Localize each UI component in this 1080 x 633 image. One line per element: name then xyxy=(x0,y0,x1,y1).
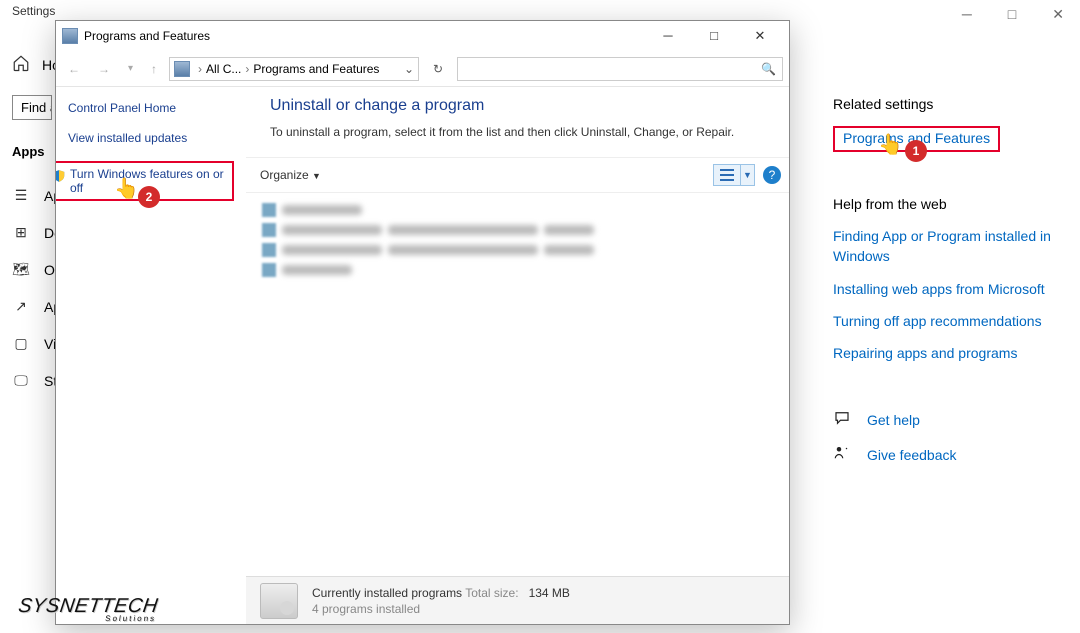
list-item[interactable] xyxy=(262,221,771,239)
program-detail xyxy=(388,245,538,255)
list-item[interactable] xyxy=(262,261,771,279)
program-icon xyxy=(262,203,276,217)
forward-button[interactable]: → xyxy=(92,60,116,78)
program-name xyxy=(282,265,352,275)
status-text: Currently installed programs Total size:… xyxy=(312,586,570,616)
program-detail xyxy=(544,225,594,235)
program-name xyxy=(282,225,382,235)
help-link[interactable]: Turning off app recommendations xyxy=(833,311,1063,331)
organize-button[interactable]: Organize ▼ xyxy=(254,166,327,184)
dialog-close-button[interactable]: ✕ xyxy=(737,28,783,44)
dialog-titlebar[interactable]: Programs and Features ─ □ ✕ xyxy=(56,21,789,51)
program-detail xyxy=(388,225,538,235)
video-playback-icon: ▢ xyxy=(12,335,30,352)
recent-locations-button[interactable]: ▾ xyxy=(122,61,139,76)
status-line1-label: Currently installed programs xyxy=(312,586,462,600)
status-total-size-label: Total size: xyxy=(465,586,518,600)
chevron-down-icon: ▼ xyxy=(312,171,321,181)
control-panel-home-link[interactable]: Control Panel Home xyxy=(68,101,234,115)
programs-features-icon xyxy=(62,28,78,44)
chat-icon xyxy=(833,409,851,430)
list-item[interactable] xyxy=(262,241,771,259)
back-button[interactable]: ← xyxy=(62,60,86,78)
dialog-main: Uninstall or change a program To uninsta… xyxy=(246,87,789,624)
list-item[interactable] xyxy=(262,201,771,219)
dialog-toolbar: ← → ▾ ↑ › All C... › Programs and Featur… xyxy=(56,51,789,87)
program-icon xyxy=(262,263,276,277)
feedback-icon xyxy=(833,444,851,465)
programs-summary-icon xyxy=(260,583,298,619)
breadcrumb-dropdown-icon[interactable]: ⌄ xyxy=(404,62,414,76)
startup-icon: 🖵 xyxy=(12,372,30,389)
programs-features-link[interactable]: Programs and Features xyxy=(843,130,990,146)
up-button[interactable]: ↑ xyxy=(145,60,163,78)
program-name xyxy=(282,245,382,255)
breadcrumb-separator: › xyxy=(241,62,253,76)
breadcrumb-leaf[interactable]: Programs and Features xyxy=(253,62,379,76)
help-link[interactable]: Finding App or Program installed in Wind… xyxy=(833,226,1063,267)
dialog-minimize-button[interactable]: ─ xyxy=(645,28,691,44)
program-icon xyxy=(262,243,276,257)
close-button[interactable]: ✕ xyxy=(1044,4,1072,25)
maximize-button[interactable]: □ xyxy=(1000,4,1024,25)
program-name xyxy=(282,205,362,215)
home-icon xyxy=(12,54,30,75)
organize-toolbar: Organize ▼ ▼ ? xyxy=(246,157,789,193)
get-help-label: Get help xyxy=(867,412,920,428)
organize-label: Organize xyxy=(260,168,309,182)
status-total-size-value: 134 MB xyxy=(529,586,570,600)
related-settings-heading: Related settings xyxy=(833,96,1063,112)
view-mode-button[interactable] xyxy=(713,164,741,186)
apps-websites-icon: ↗ xyxy=(12,298,30,315)
status-count: 4 programs installed xyxy=(312,602,570,616)
apps-list-icon: ☰ xyxy=(12,187,30,204)
view-mode-dropdown[interactable]: ▼ xyxy=(741,164,755,186)
settings-title: Settings xyxy=(12,4,55,18)
minimize-button[interactable]: ─ xyxy=(954,4,980,25)
dialog-sidebar: Control Panel Home View installed update… xyxy=(56,87,246,624)
programs-list[interactable] xyxy=(262,201,771,281)
program-icon xyxy=(262,223,276,237)
programs-features-dialog: Programs and Features ─ □ ✕ ← → ▾ ↑ › Al… xyxy=(55,20,790,625)
breadcrumb-root[interactable]: All C... xyxy=(206,62,241,76)
dialog-statusbar: Currently installed programs Total size:… xyxy=(246,576,789,624)
give-feedback-link[interactable]: Give feedback xyxy=(833,444,1063,465)
refresh-button[interactable]: ↻ xyxy=(425,62,451,76)
details-view-icon xyxy=(720,169,734,181)
dialog-maximize-button[interactable]: □ xyxy=(691,28,737,44)
help-button[interactable]: ? xyxy=(763,166,781,184)
view-installed-updates-link[interactable]: View installed updates xyxy=(68,131,234,145)
watermark: SYSNETTECH Solutions xyxy=(16,595,159,623)
help-link[interactable]: Installing web apps from Microsoft xyxy=(833,279,1063,299)
turn-windows-features-link[interactable]: Turn Windows features on or off xyxy=(56,161,234,201)
settings-search-placeholder: Find a xyxy=(21,100,52,115)
help-link[interactable]: Repairing apps and programs xyxy=(833,343,1063,363)
control-panel-icon xyxy=(174,61,190,77)
search-icon: 🔍 xyxy=(761,62,776,76)
programs-features-highlight: Programs and Features xyxy=(833,126,1000,152)
breadcrumb[interactable]: › All C... › Programs and Features ⌄ xyxy=(169,57,419,81)
get-help-link[interactable]: Get help xyxy=(833,409,1063,430)
dialog-search-input[interactable]: 🔍 xyxy=(457,57,783,81)
shield-icon xyxy=(56,169,66,183)
offline-maps-icon: 🗺 xyxy=(12,261,30,278)
dialog-subtext: To uninstall a program, select it from t… xyxy=(270,125,771,139)
help-from-web-heading: Help from the web xyxy=(833,196,1063,212)
settings-search-input[interactable]: Find a xyxy=(12,95,52,120)
dialog-window-controls: ─ □ ✕ xyxy=(645,28,783,44)
turn-windows-features-label: Turn Windows features on or off xyxy=(70,167,224,195)
breadcrumb-separator: › xyxy=(194,62,206,76)
default-apps-icon: ⊞ xyxy=(12,224,30,241)
give-feedback-label: Give feedback xyxy=(867,447,957,463)
dialog-title: Programs and Features xyxy=(84,29,210,43)
settings-window-controls: ─ □ ✕ xyxy=(954,4,1072,25)
program-detail xyxy=(544,245,594,255)
dialog-heading: Uninstall or change a program xyxy=(270,97,771,115)
settings-related-panel: Related settings Programs and Features H… xyxy=(833,54,1063,479)
